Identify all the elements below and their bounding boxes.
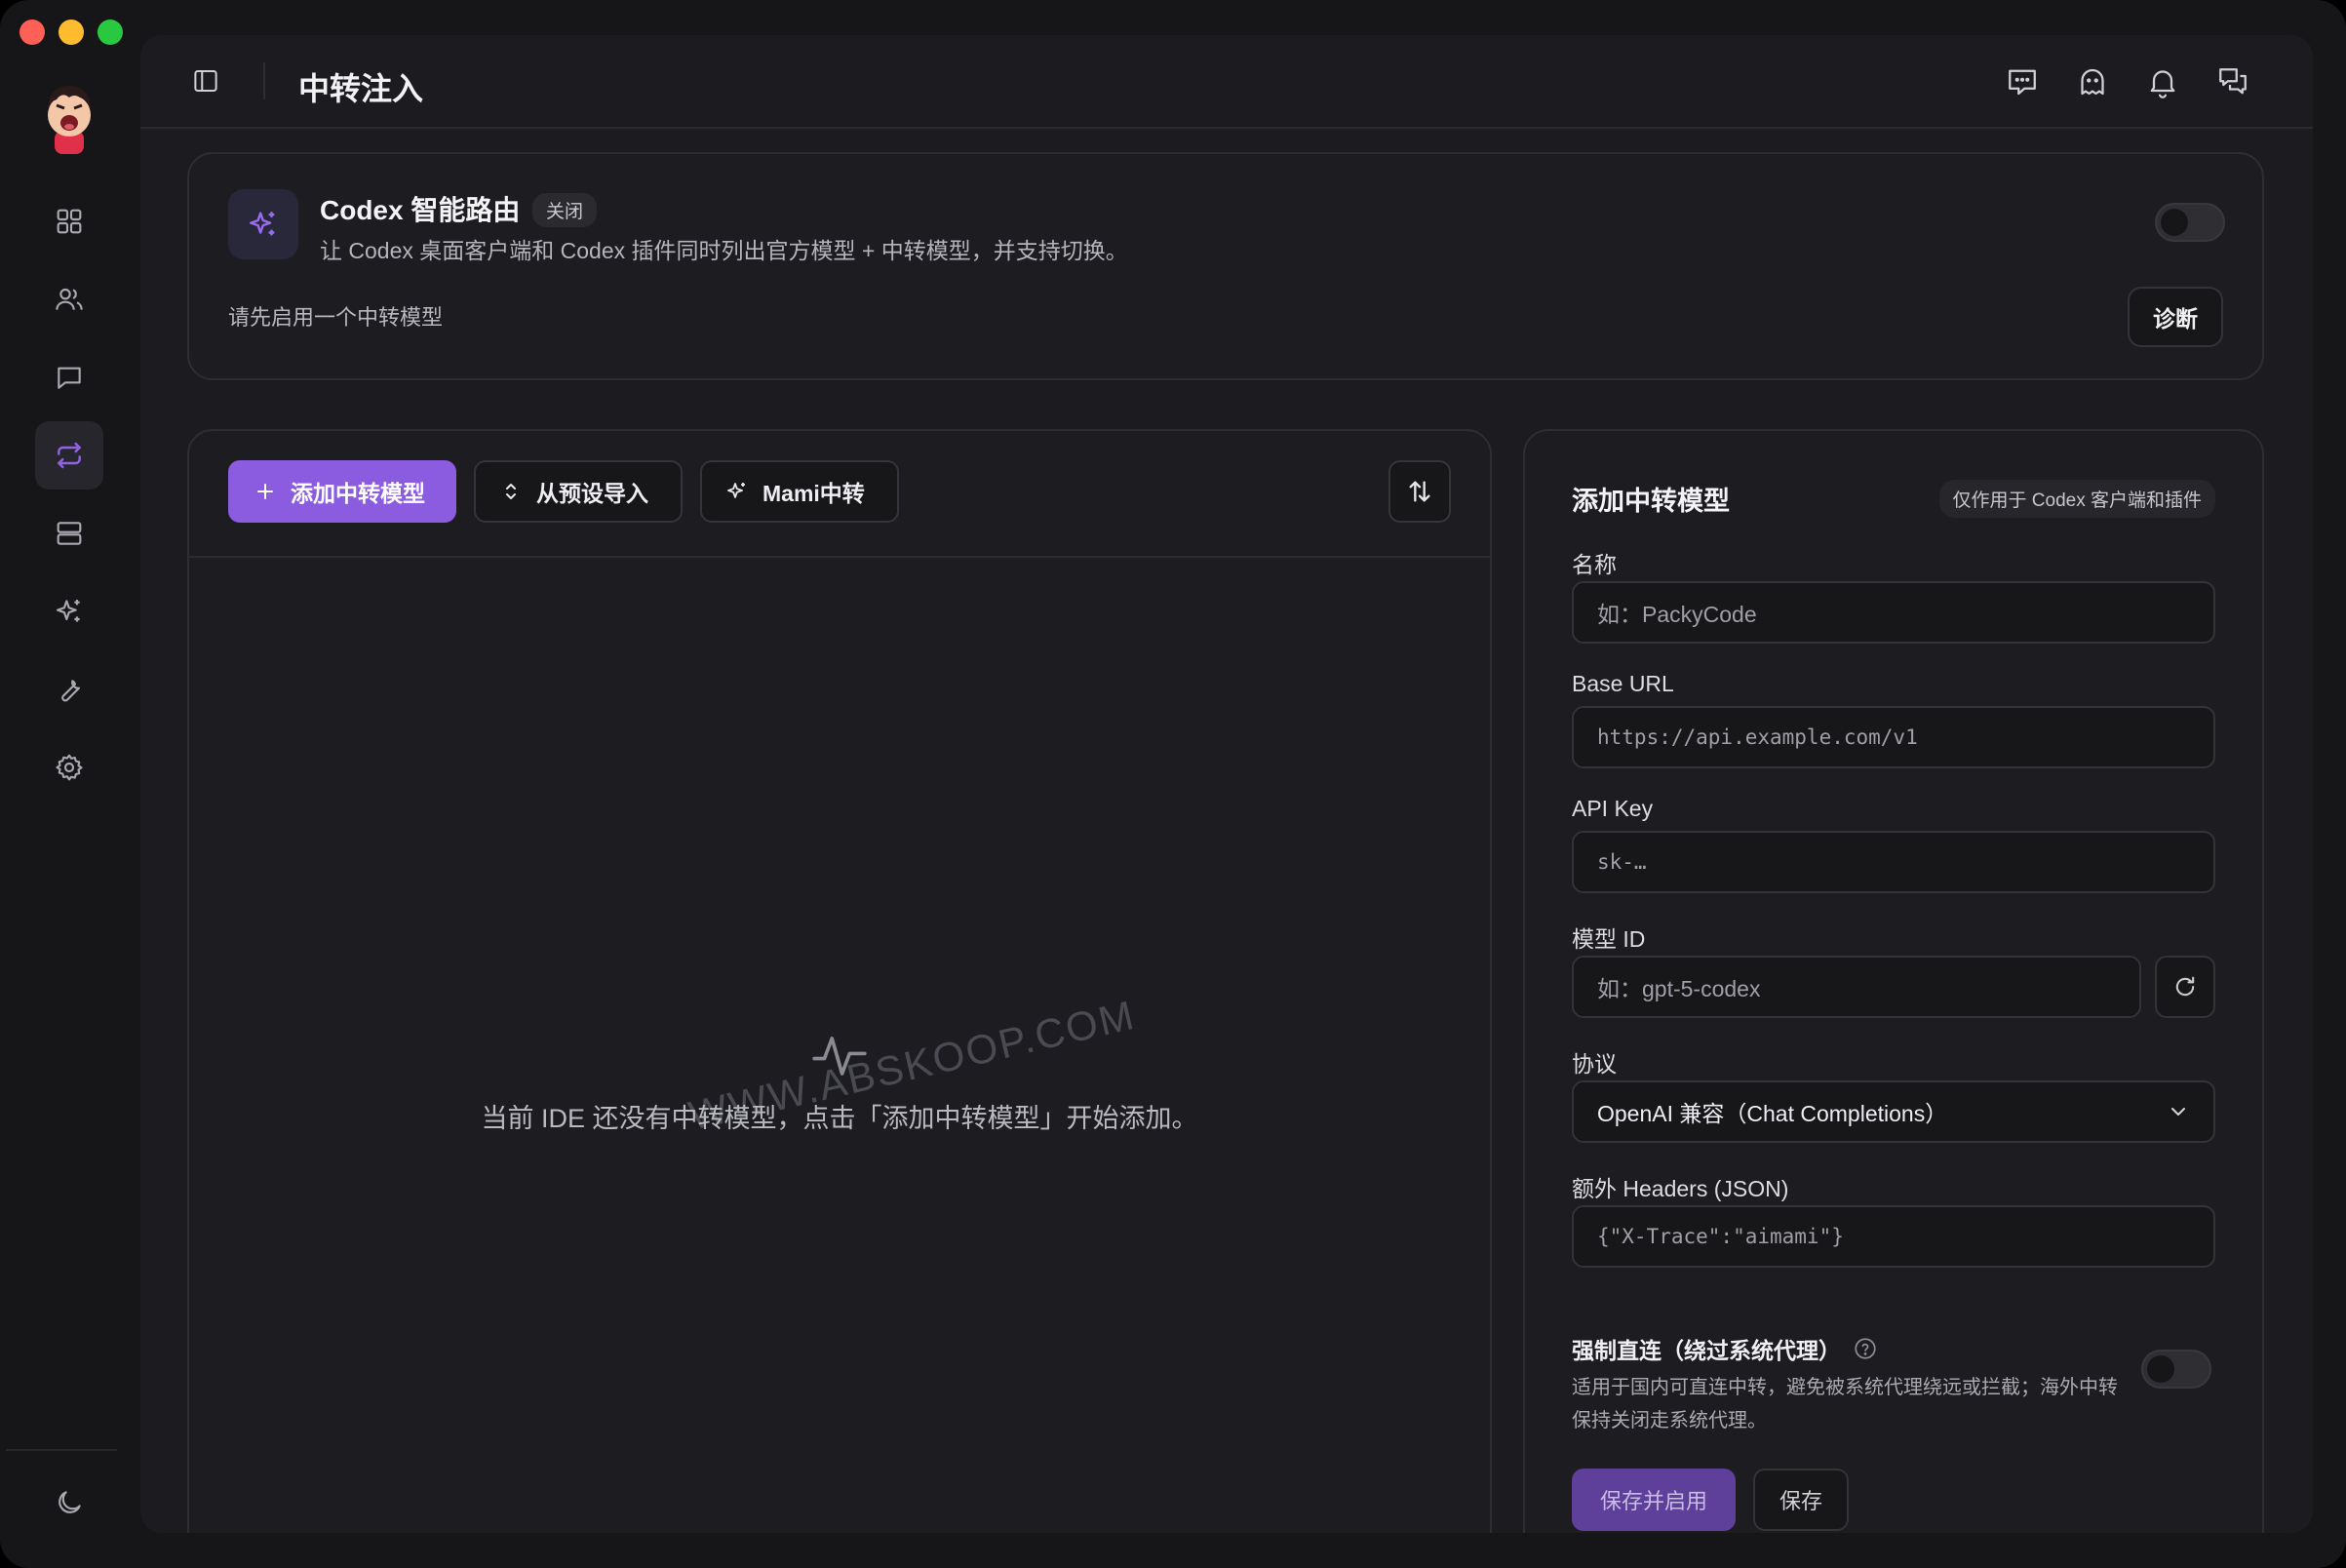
- base-url-label: Base URL: [1572, 671, 1674, 696]
- window-controls: [20, 20, 123, 45]
- refresh-models-button[interactable]: [2155, 956, 2215, 1018]
- plus-icon: [257, 484, 273, 499]
- sidebar-item-dashboard[interactable]: [35, 187, 103, 255]
- sidebar: [0, 0, 138, 1568]
- router-status-badge: 关闭: [532, 193, 598, 227]
- mami-relay-label: Mami中转: [762, 481, 865, 506]
- force-direct-label: 强制直连（绕过系统代理）: [1572, 1338, 1841, 1363]
- sidebar-divider: [6, 1449, 117, 1451]
- router-title: Codex 智能路由: [320, 195, 521, 225]
- sparkle-icon: [727, 483, 745, 498]
- ghost-icon[interactable]: [2075, 64, 2110, 99]
- topbar-divider: [263, 62, 265, 99]
- diagnose-button[interactable]: 诊断: [2128, 287, 2223, 347]
- force-direct-title: 强制直连（绕过系统代理）: [1572, 1332, 1878, 1365]
- sidebar-item-relay[interactable]: [35, 421, 103, 490]
- relay-list-card: 添加中转模型 从预设导入 Mami中转 WWW.ABSKOOP.COM 当前 I…: [187, 429, 1492, 1533]
- sort-arrows-icon: [1409, 481, 1430, 502]
- add-relay-form: 添加中转模型 仅作用于 Codex 客户端和插件 名称 如：PackyCode …: [1523, 429, 2264, 1533]
- headers-input[interactable]: {"X-Trace":"aimami"}: [1572, 1205, 2215, 1268]
- protocol-label: 协议: [1572, 1051, 1617, 1077]
- name-label: 名称: [1572, 552, 1617, 577]
- message-icon[interactable]: [2005, 64, 2040, 99]
- switch-knob: [2147, 1355, 2174, 1383]
- add-relay-label: 添加中转模型: [291, 481, 425, 506]
- switch-knob: [2161, 209, 2188, 236]
- headers-label: 额外 Headers (JSON): [1572, 1176, 1789, 1201]
- sidebar-item-chat[interactable]: [35, 343, 103, 412]
- wrench-icon: [61, 680, 81, 702]
- sort-button[interactable]: [1388, 460, 1451, 523]
- minimize-window-button[interactable]: [59, 20, 84, 45]
- sidebar-item-tools[interactable]: [35, 655, 103, 724]
- router-description: 让 Codex 桌面客户端和 Codex 插件同时列出官方模型 + 中转模型，并…: [320, 238, 1128, 263]
- page-title: 中转注入: [298, 71, 424, 106]
- protocol-select[interactable]: OpenAI 兼容（Chat Completions）: [1572, 1080, 2215, 1143]
- router-hint: 请先启用一个中转模型: [228, 305, 444, 330]
- mami-relay-button[interactable]: Mami中转: [700, 460, 899, 523]
- api-key-label: API Key: [1572, 796, 1654, 821]
- dashboard-icon: [57, 209, 82, 234]
- empty-message: 当前 IDE 还没有中转模型，点击「添加中转模型」开始添加。: [481, 1104, 1198, 1133]
- main-panel: 中转注入 Codex 智能路由 关闭 让 Codex 桌面客户端和 Codex …: [140, 35, 2313, 1533]
- close-window-button[interactable]: [20, 20, 45, 45]
- import-preset-button[interactable]: 从预设导入: [474, 460, 683, 523]
- relay-icon: [58, 442, 81, 469]
- sidebar-item-server[interactable]: [35, 499, 103, 568]
- refresh-icon: [2175, 976, 2195, 997]
- list-toolbar: 添加中转模型 从预设导入 Mami中转: [189, 431, 1490, 558]
- chats-icon[interactable]: [2215, 64, 2250, 99]
- server-icon: [57, 522, 82, 545]
- form-title: 添加中转模型: [1572, 487, 1730, 516]
- topbar: 中转注入: [140, 35, 2313, 129]
- router-toggle-switch[interactable]: [2155, 203, 2225, 242]
- sparkle-icon: [250, 212, 275, 236]
- api-key-input[interactable]: sk-…: [1572, 831, 2215, 893]
- save-and-enable-button[interactable]: 保存并启用: [1572, 1469, 1736, 1531]
- bell-icon[interactable]: [2145, 64, 2180, 99]
- maximize-window-button[interactable]: [98, 20, 123, 45]
- import-preset-label: 从预设导入: [536, 481, 648, 506]
- save-button[interactable]: 保存: [1753, 1469, 1849, 1531]
- help-icon[interactable]: [1853, 1336, 1878, 1361]
- gear-icon: [56, 754, 83, 781]
- model-id-input[interactable]: 如：gpt-5-codex: [1572, 956, 2141, 1018]
- sparkle-icon: [56, 600, 80, 622]
- sidebar-item-users[interactable]: [35, 265, 103, 333]
- codex-router-card: Codex 智能路由 关闭 让 Codex 桌面客户端和 Codex 插件同时列…: [187, 152, 2264, 380]
- form-scope-badge: 仅作用于 Codex 客户端和插件: [1938, 480, 2215, 518]
- chevron-up-down-icon: [506, 484, 516, 499]
- activity-icon: [812, 1037, 867, 1076]
- router-icon-box: [228, 189, 298, 259]
- chat-icon: [58, 367, 81, 389]
- chevron-down-icon: [2171, 1108, 2185, 1116]
- sidebar-toggle-icon[interactable]: [191, 66, 220, 96]
- empty-state: 当前 IDE 还没有中转模型，点击「添加中转模型」开始添加。: [189, 1026, 1490, 1135]
- sidebar-item-sparkle[interactable]: [35, 577, 103, 646]
- model-id-label: 模型 ID: [1572, 926, 1646, 952]
- protocol-value: OpenAI 兼容（Chat Completions）: [1597, 1101, 1948, 1126]
- theme-toggle-button[interactable]: [35, 1469, 103, 1537]
- user-avatar[interactable]: [37, 80, 101, 154]
- moon-icon: [59, 1491, 81, 1513]
- base-url-input[interactable]: https://api.example.com/v1: [1572, 706, 2215, 768]
- add-relay-button[interactable]: 添加中转模型: [228, 460, 456, 523]
- users-icon: [56, 288, 83, 310]
- app-window: 中转注入 Codex 智能路由 关闭 让 Codex 桌面客户端和 Codex …: [0, 0, 2346, 1568]
- sidebar-item-settings[interactable]: [35, 733, 103, 802]
- force-direct-switch[interactable]: [2141, 1350, 2211, 1389]
- name-input[interactable]: 如：PackyCode: [1572, 581, 2215, 644]
- force-direct-description: 适用于国内可直连中转，避免被系统代理绕远或拦截；海外中转保持关闭走系统代理。: [1572, 1377, 2118, 1431]
